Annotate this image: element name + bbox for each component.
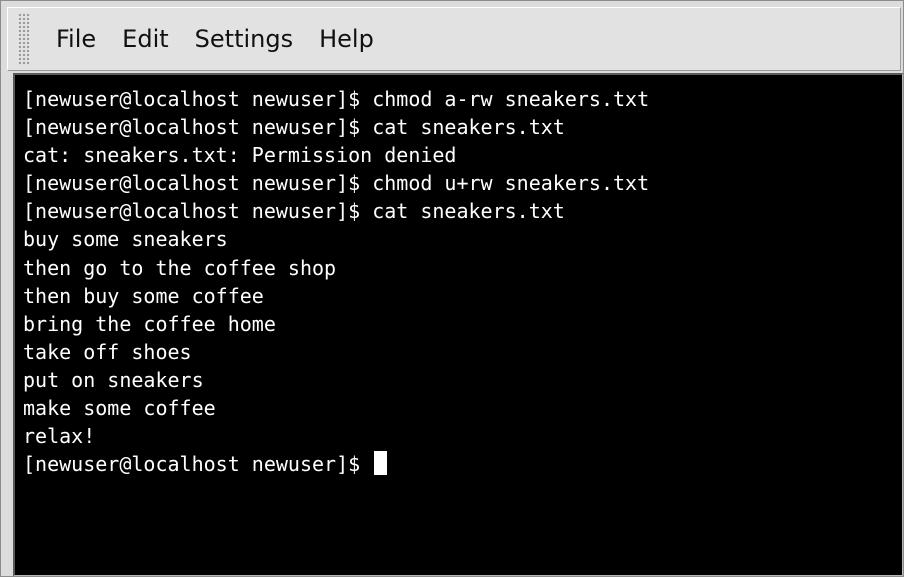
menu-settings[interactable]: Settings [187,21,301,57]
terminal-line: [newuser@localhost newuser]$ chmod u+rw … [23,171,650,196]
terminal-line: relax! [23,424,96,449]
menu-file[interactable]: File [48,21,104,57]
terminal-line: cat: sneakers.txt: Permission denied [23,143,457,168]
terminal-prompt-line[interactable]: [newuser@localhost newuser]$ [23,450,894,478]
text-cursor [374,451,388,476]
terminal-line: put on sneakers [23,367,204,392]
menu-bar: File Edit Settings Help [7,7,901,71]
terminal-output-area[interactable]: [newuser@localhost newuser]$ chmod a-rw … [13,73,903,576]
terminal-line: make some coffee [23,396,216,421]
menu-edit[interactable]: Edit [114,21,176,57]
terminal-line: [newuser@localhost newuser]$ cat sneaker… [23,115,565,140]
terminal-line: then go to the coffee shop [23,255,337,280]
menubar-drag-handle[interactable] [18,13,30,65]
terminal-line: take off shoes [23,339,192,364]
terminal-window: File Edit Settings Help [newuser@localho… [0,0,904,577]
terminal-line: bring the coffee home [23,311,276,336]
menu-help[interactable]: Help [311,21,382,57]
terminal-line: buy some sneakers [23,227,228,252]
terminal-prompt: [newuser@localhost newuser]$ [23,452,373,477]
terminal-line: then buy some coffee [23,283,264,308]
terminal-line: [newuser@localhost newuser]$ chmod a-rw … [23,87,650,111]
terminal-line: [newuser@localhost newuser]$ cat sneaker… [23,199,565,224]
